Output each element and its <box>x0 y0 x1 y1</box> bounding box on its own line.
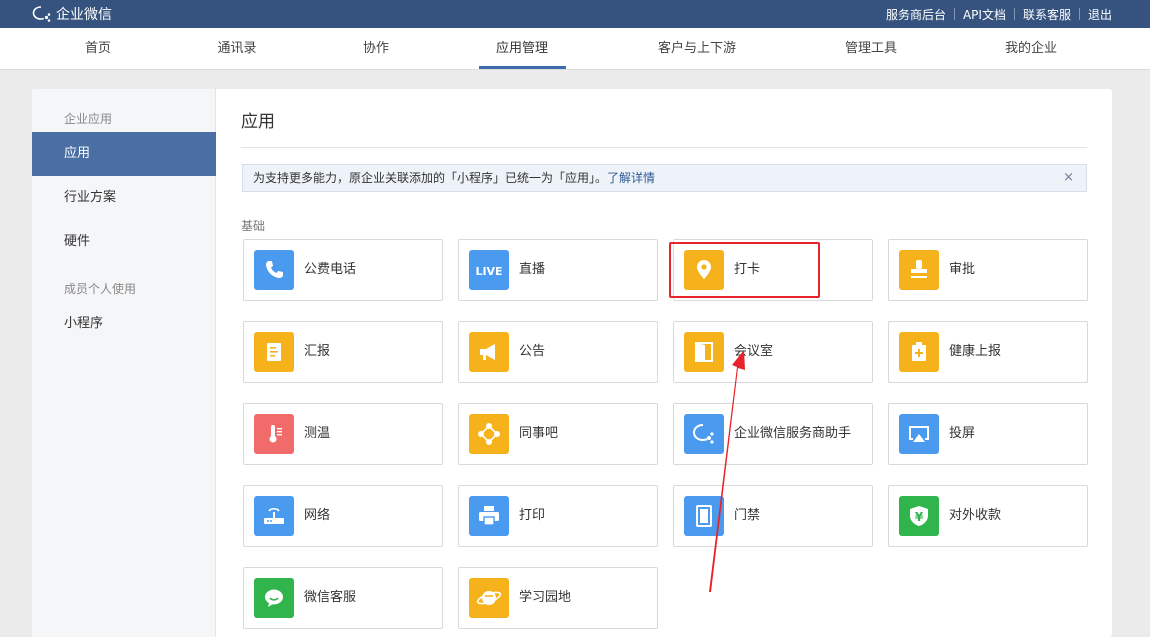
divider <box>1078 8 1080 20</box>
sidebar-item-hardware[interactable]: 硬件 <box>32 220 216 264</box>
app-card[interactable]: 网络 <box>243 485 443 547</box>
learn-more-link[interactable]: 了解详情 <box>607 171 655 185</box>
svg-text:LIVE: LIVE <box>476 265 502 278</box>
health-icon <box>899 332 939 372</box>
network-icon <box>469 414 509 454</box>
door-icon <box>684 332 724 372</box>
close-icon[interactable]: × <box>1063 165 1074 191</box>
app-card-label: 微信客服 <box>304 590 357 605</box>
printer-icon <box>469 496 509 536</box>
contact-support-link[interactable]: 联系客服 <box>1023 6 1071 23</box>
app-card[interactable]: 健康上报 <box>888 321 1088 383</box>
app-card-label: 审批 <box>949 262 976 277</box>
live-icon: LIVE <box>469 250 509 290</box>
router-icon <box>254 496 294 536</box>
tab-app-management[interactable]: 应用管理 <box>496 28 548 69</box>
app-card[interactable]: 测温 <box>243 403 443 465</box>
app-card[interactable]: 公告 <box>458 321 658 383</box>
wecom-logo-icon <box>32 6 51 22</box>
tab-my-company[interactable]: 我的企业 <box>1005 28 1057 69</box>
section-label-basic: 基础 <box>241 219 266 233</box>
app-card-label: 直播 <box>519 262 546 277</box>
top-links: 服务商后台 API文档 联系客服 退出 <box>886 0 1112 28</box>
sidebar-item-industry[interactable]: 行业方案 <box>32 176 216 220</box>
app-card[interactable]: 同事吧 <box>458 403 658 465</box>
api-docs-link[interactable]: API文档 <box>963 6 1006 23</box>
app-card-label: 打印 <box>519 508 546 523</box>
app-card-label: 会议室 <box>734 344 774 359</box>
app-card[interactable]: 投屏 <box>888 403 1088 465</box>
logout-link[interactable]: 退出 <box>1088 6 1112 23</box>
tab-collaboration[interactable]: 协作 <box>363 28 389 69</box>
access-door-icon <box>684 496 724 536</box>
divider <box>1013 8 1015 20</box>
chat-bubble-icon <box>684 414 724 454</box>
app-card[interactable]: 会议室 <box>673 321 873 383</box>
notice-banner: 为支持更多能力，原企业关联添加的「小程序」已统一为「应用」。了解详情 × <box>242 164 1087 192</box>
app-card[interactable]: 门禁 <box>673 485 873 547</box>
logo[interactable]: 企业微信 <box>32 3 112 25</box>
divider <box>953 8 955 20</box>
app-card-label: 汇报 <box>304 344 331 359</box>
app-card[interactable]: 学习园地 <box>458 567 658 629</box>
screen-cast-icon <box>899 414 939 454</box>
app-card-label: 学习园地 <box>519 590 572 605</box>
sidebar-group-enterprise-apps: 企业应用 <box>64 112 113 126</box>
app-card[interactable]: 公费电话 <box>243 239 443 301</box>
planet-icon <box>469 578 509 618</box>
yuan-shield-icon: ¥ <box>899 496 939 536</box>
app-card-label: 公告 <box>519 344 546 359</box>
app-card-label: 测温 <box>304 426 331 441</box>
main-nav: 首页 通讯录 协作 应用管理 客户与上下游 管理工具 我的企业 <box>0 28 1150 70</box>
sidebar-item-apps[interactable]: 应用 <box>32 132 216 176</box>
phone-icon <box>254 250 294 290</box>
report-icon <box>254 332 294 372</box>
active-tab-indicator <box>479 66 566 69</box>
tab-customers[interactable]: 客户与上下游 <box>658 28 736 69</box>
top-bar: 企业微信 服务商后台 API文档 联系客服 退出 <box>0 0 1150 28</box>
app-card[interactable]: 汇报 <box>243 321 443 383</box>
app-card-label: 公费电话 <box>304 262 357 277</box>
divider <box>241 147 1087 148</box>
svg-text:¥: ¥ <box>915 510 924 524</box>
app-card-label: 同事吧 <box>519 426 559 441</box>
app-card[interactable]: 企业微信服务商助手 <box>673 403 873 465</box>
megaphone-icon <box>469 332 509 372</box>
app-card-label: 健康上报 <box>949 344 1002 359</box>
page-title: 应用 <box>241 112 275 132</box>
notice-text: 为支持更多能力，原企业关联添加的「小程序」已统一为「应用」。 <box>253 171 608 185</box>
highlight-box <box>669 242 820 298</box>
app-card[interactable]: 打印 <box>458 485 658 547</box>
app-card-label: 投屏 <box>949 426 976 441</box>
wechat-service-icon <box>254 578 294 618</box>
logo-text: 企业微信 <box>56 7 112 23</box>
app-card[interactable]: 微信客服 <box>243 567 443 629</box>
tab-contacts[interactable]: 通讯录 <box>217 28 256 69</box>
sidebar: 企业应用 应用 行业方案 硬件 成员个人使用 小程序 <box>32 89 216 637</box>
stamp-icon <box>899 250 939 290</box>
tab-management-tools[interactable]: 管理工具 <box>845 28 897 69</box>
app-card[interactable]: ¥ 对外收款 <box>888 485 1088 547</box>
sidebar-group-personal: 成员个人使用 <box>64 282 137 296</box>
app-card-label: 门禁 <box>734 508 761 523</box>
app-card-label: 网络 <box>304 508 331 523</box>
app-card[interactable]: 审批 <box>888 239 1088 301</box>
service-provider-link[interactable]: 服务商后台 <box>886 6 946 23</box>
app-card-label: 企业微信服务商助手 <box>734 426 852 441</box>
sidebar-item-mini-programs[interactable]: 小程序 <box>32 302 216 346</box>
tab-home[interactable]: 首页 <box>85 28 111 69</box>
app-card-label: 对外收款 <box>949 508 1002 523</box>
thermometer-icon <box>254 414 294 454</box>
app-card[interactable]: LIVE 直播 <box>458 239 658 301</box>
